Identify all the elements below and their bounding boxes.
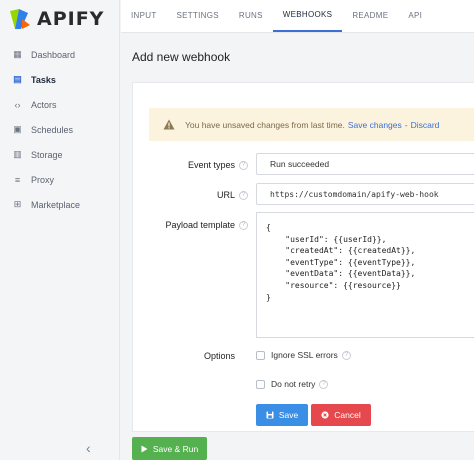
url-label: URL ? (150, 188, 248, 202)
cancel-button-label: Cancel (334, 410, 361, 420)
do-not-retry-option[interactable]: Do not retry ? (256, 379, 329, 389)
code-icon: ‹› (14, 99, 21, 110)
options-label: Options (180, 349, 235, 363)
payload-template-editor[interactable]: { "userId": {{userId}}, "createdAt": {{c… (256, 212, 474, 338)
ignore-ssl-option[interactable]: Ignore SSL errors ? (256, 350, 351, 360)
close-circle-icon (321, 411, 329, 419)
do-not-retry-checkbox[interactable] (256, 379, 265, 389)
link-separator: - (404, 119, 408, 130)
calendar-icon: ▣ (13, 124, 22, 134)
payload-template-label: Payload template ? (140, 218, 248, 232)
event-types-select[interactable]: Run succeeded (256, 153, 474, 175)
page-title: Add new webhook (132, 50, 231, 64)
discard-link[interactable]: Discard (411, 120, 440, 130)
tab-settings[interactable]: SETTINGS (167, 0, 229, 32)
save-button-label: Save (278, 410, 299, 420)
help-icon[interactable]: ? (319, 379, 329, 389)
sidebar-item-label: Schedules (31, 124, 74, 135)
floppy-disk-icon (266, 411, 274, 419)
dashboard-icon: ▦ (13, 49, 22, 59)
sidebar-nav: ▦ Dashboard ▤ Tasks ‹› Actors ▣ Schedule… (0, 42, 120, 217)
tab-api[interactable]: API (398, 0, 432, 32)
ignore-ssl-label: Ignore SSL errors (271, 350, 338, 360)
sidebar-item-proxy[interactable]: ≡ Proxy (0, 167, 120, 192)
task-tabs: INPUT SETTINGS RUNS WEBHOOKS README API (121, 0, 474, 33)
save-button[interactable]: Save (256, 404, 308, 426)
apify-logo[interactable]: APIFY (8, 6, 104, 32)
event-types-label: Event types ? (150, 158, 248, 172)
sidebar-item-label: Marketplace (31, 199, 81, 210)
tasks-icon: ▤ (13, 74, 22, 84)
url-value: https://customdomain/apify-web-hook (270, 189, 439, 199)
apify-logo-icon (10, 9, 30, 29)
cart-icon: ⊞ (13, 199, 22, 209)
help-icon[interactable]: ? (239, 160, 248, 170)
proxy-icon: ≡ (14, 174, 21, 185)
tab-webhooks[interactable]: WEBHOOKS (272, 0, 343, 32)
help-icon[interactable]: ? (239, 190, 248, 200)
warning-text: You have unsaved changes from last time. (185, 119, 345, 130)
help-icon[interactable]: ? (239, 220, 248, 230)
warning-icon (163, 119, 175, 130)
sidebar-item-label: Dashboard (31, 49, 76, 60)
sidebar-item-dashboard[interactable]: ▦ Dashboard (0, 42, 120, 67)
play-icon (141, 445, 148, 452)
sidebar: APIFY ▦ Dashboard ▤ Tasks ‹› Actors ▣ Sc… (0, 0, 120, 460)
sidebar-item-marketplace[interactable]: ⊞ Marketplace (0, 192, 120, 217)
sidebar-item-storage[interactable]: ▥ Storage (0, 142, 120, 167)
url-input[interactable]: https://customdomain/apify-web-hook (256, 183, 474, 205)
tab-runs[interactable]: RUNS (229, 0, 273, 32)
collapse-sidebar-icon[interactable]: ‹ (86, 440, 91, 456)
save-changes-link[interactable]: Save changes (348, 120, 402, 130)
sidebar-item-label: Actors (31, 99, 57, 110)
sidebar-item-schedules[interactable]: ▣ Schedules (0, 117, 120, 142)
ignore-ssl-checkbox[interactable] (256, 350, 265, 360)
sidebar-item-label: Proxy (31, 174, 55, 185)
do-not-retry-label: Do not retry (271, 379, 316, 389)
tab-input[interactable]: INPUT (121, 0, 167, 32)
url-label-text: URL (216, 190, 235, 200)
help-icon[interactable]: ? (341, 350, 351, 360)
save-and-run-button[interactable]: Save & Run (132, 437, 207, 460)
sidebar-item-tasks[interactable]: ▤ Tasks (0, 67, 120, 92)
logo-text: APIFY (37, 8, 105, 30)
unsaved-changes-warning: You have unsaved changes from last time.… (149, 108, 474, 141)
storage-icon: ▥ (13, 149, 22, 159)
options-label-text: Options (203, 351, 235, 361)
tab-readme[interactable]: README (342, 0, 398, 32)
sidebar-item-label: Tasks (31, 74, 56, 85)
sidebar-item-label: Storage (31, 149, 63, 160)
payload-template-label-text: Payload template (165, 220, 235, 230)
cancel-button[interactable]: Cancel (311, 404, 371, 426)
event-types-label-text: Event types (187, 160, 235, 170)
sidebar-item-actors[interactable]: ‹› Actors (0, 92, 120, 117)
event-types-value: Run succeeded (270, 159, 330, 169)
save-and-run-label: Save & Run (152, 443, 199, 454)
